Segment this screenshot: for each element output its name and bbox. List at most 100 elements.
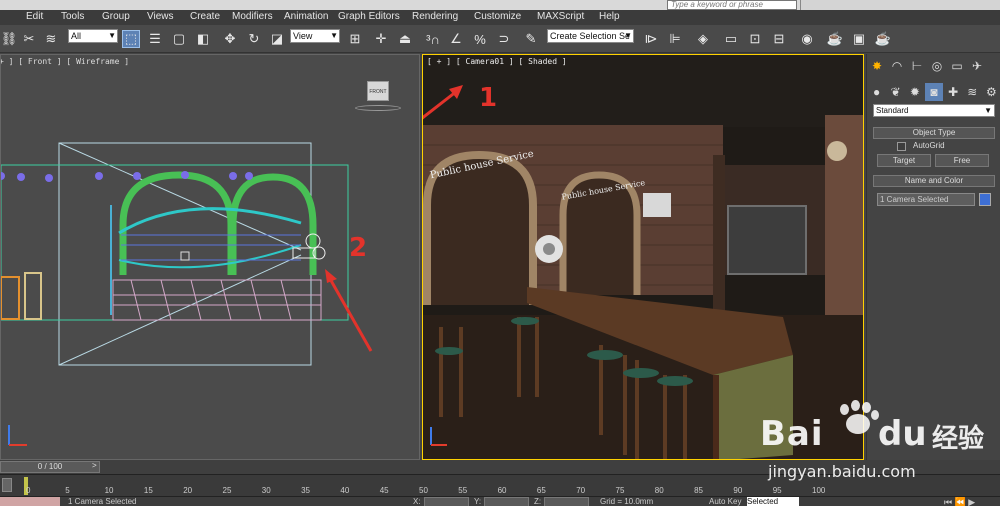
- ruler-tick-label: 15: [143, 486, 153, 495]
- menu-customize[interactable]: Customize: [474, 11, 521, 22]
- title-strip: Type a keyword or phrase: [0, 0, 1000, 10]
- maxscript-listener[interactable]: [0, 497, 60, 506]
- command-panel-tabs: ✸ ◠ ⊢ ◎ ▭ ✈: [867, 56, 1000, 78]
- menu-animation[interactable]: Animation: [284, 11, 328, 22]
- watermark-du: du: [878, 414, 927, 454]
- y-coord-label: Y:: [474, 497, 482, 506]
- rotate-icon[interactable]: ↻: [245, 30, 263, 48]
- create-tab-icon[interactable]: ✸: [868, 57, 886, 75]
- material-editor-icon[interactable]: ◉: [798, 30, 816, 48]
- ruler-tick-label: 35: [301, 486, 310, 495]
- annotation-arrow-two: [325, 269, 373, 352]
- unlink-icon[interactable]: ✂: [20, 30, 38, 48]
- baidu-watermark: Bai du 经验 jingyan.baidu.com: [760, 400, 1000, 506]
- ruler-tick-label: 80: [654, 486, 664, 495]
- angle-snap-icon[interactable]: ∠: [447, 30, 465, 48]
- target-camera-button[interactable]: Target: [877, 154, 931, 167]
- baidu-paw-icon: [838, 400, 879, 434]
- track-bar-key-icon[interactable]: [2, 478, 12, 492]
- category-dropdown[interactable]: Standard ▼: [873, 104, 995, 117]
- time-slider-next-icon[interactable]: >: [92, 461, 102, 473]
- menu-create[interactable]: Create: [190, 11, 220, 22]
- snap-toggle-icon[interactable]: ³∩: [424, 30, 442, 48]
- render-setup-icon[interactable]: ☕: [826, 30, 844, 48]
- status-selection-text: 1 Camera Selected: [68, 497, 137, 506]
- grid-size-text: Grid = 10.0mm: [600, 497, 654, 506]
- schematic-view-icon[interactable]: ⊟: [770, 30, 788, 48]
- time-slider[interactable]: 0 / 100: [0, 461, 100, 473]
- object-color-swatch[interactable]: [979, 193, 991, 206]
- search-input[interactable]: Type a keyword or phrase: [667, 0, 797, 10]
- geometry-icon[interactable]: ●: [868, 83, 885, 101]
- viewport-label-camera[interactable]: [ + ] [ Camera01 ] [ Shaded ]: [427, 57, 567, 66]
- select-object-icon[interactable]: ⬚: [122, 30, 140, 48]
- percent-snap-icon[interactable]: %: [471, 30, 489, 48]
- ruler-tick-label: 70: [576, 486, 586, 495]
- menu-graph-editors[interactable]: Graph Editors: [338, 11, 400, 22]
- menu-edit[interactable]: Edit: [26, 11, 43, 22]
- z-coord-field[interactable]: [544, 497, 589, 506]
- systems-icon[interactable]: ⚙: [983, 83, 1000, 101]
- spacewarps-icon[interactable]: ≋: [964, 83, 981, 101]
- ruler-tick-label: 75: [615, 486, 625, 495]
- window-controls: [800, 0, 1000, 10]
- layer-manager-icon[interactable]: ◈: [694, 30, 712, 48]
- window-crossing-icon[interactable]: ◧: [194, 30, 212, 48]
- lights-icon[interactable]: ✹: [906, 83, 923, 101]
- modify-tab-icon[interactable]: ◠: [888, 57, 906, 75]
- ruler-tick-label: 10: [104, 486, 114, 495]
- edit-named-sets-icon[interactable]: ✎: [522, 30, 540, 48]
- motion-tab-icon[interactable]: ◎: [928, 57, 946, 75]
- ruler-tick-label: 50: [419, 486, 428, 495]
- viewport-front[interactable]: + ] [ Front ] [ Wireframe ] FRONT 2: [0, 54, 420, 460]
- move-icon[interactable]: ✥: [221, 30, 239, 48]
- selection-filter-dropdown[interactable]: All ▼: [68, 29, 118, 43]
- render-icon[interactable]: ☕: [874, 30, 892, 48]
- keyboard-shortcut-icon[interactable]: ⏏: [396, 30, 414, 48]
- curve-editor-icon[interactable]: ⊡: [746, 30, 764, 48]
- free-camera-button[interactable]: Free: [935, 154, 989, 167]
- helpers-icon[interactable]: ✚: [945, 83, 962, 101]
- menu-modifiers[interactable]: Modifiers: [232, 11, 273, 22]
- select-by-name-icon[interactable]: ☰: [146, 30, 164, 48]
- menu-group[interactable]: Group: [102, 11, 130, 22]
- select-manipulate-icon[interactable]: ✛: [372, 30, 390, 48]
- utilities-tab-icon[interactable]: ✈: [968, 57, 986, 75]
- bind-spacewarp-icon[interactable]: ≋: [42, 30, 60, 48]
- object-name-field[interactable]: 1 Camera Selected: [877, 193, 975, 206]
- pivot-center-icon[interactable]: ⊞: [346, 30, 364, 48]
- name-color-rollout[interactable]: Name and Color: [873, 175, 995, 187]
- ruler-tick-label: 65: [536, 486, 546, 495]
- spinner-snap-icon[interactable]: ⊃: [495, 30, 513, 48]
- menu-views[interactable]: Views: [147, 11, 174, 22]
- rect-region-icon[interactable]: ▢: [170, 30, 188, 48]
- named-selection-dropdown[interactable]: Create Selection Se ▼: [547, 29, 634, 43]
- y-coord-field[interactable]: [484, 497, 529, 506]
- shapes-icon[interactable]: ❦: [887, 83, 904, 101]
- ref-coord-dropdown[interactable]: View ▼: [290, 29, 340, 43]
- ruler-tick-label: 60: [497, 486, 507, 495]
- mirror-icon[interactable]: ⧐: [642, 30, 660, 48]
- ruler-tick-label: 45: [379, 486, 389, 495]
- auto-key-button[interactable]: Auto Key: [709, 497, 741, 506]
- menu-maxscript[interactable]: MAXScript: [537, 11, 584, 22]
- graphite-icon[interactable]: ▭: [722, 30, 740, 48]
- scale-icon[interactable]: ◪: [268, 30, 286, 48]
- menu-help[interactable]: Help: [599, 11, 620, 22]
- menu-bar: Edit Tools Group Views Create Modifiers …: [0, 10, 1000, 25]
- link-icon[interactable]: ⛓: [0, 30, 18, 48]
- autogrid-label: AutoGrid: [913, 141, 945, 150]
- menu-tools[interactable]: Tools: [61, 11, 84, 22]
- display-tab-icon[interactable]: ▭: [948, 57, 966, 75]
- ruler-tick-label: 90: [733, 486, 743, 495]
- x-coord-field[interactable]: [424, 497, 469, 506]
- hierarchy-tab-icon[interactable]: ⊢: [908, 57, 926, 75]
- object-type-rollout[interactable]: Object Type: [873, 127, 995, 139]
- main-toolbar: ⛓ ✂ ≋ All ▼ ⬚ ☰ ▢ ◧ ✥ ↻ ◪ View ▼ ⊞ ✛ ⏏ ³∩ …: [0, 25, 1000, 53]
- menu-rendering[interactable]: Rendering: [412, 11, 458, 22]
- rendered-frame-icon[interactable]: ▣: [850, 30, 868, 48]
- align-icon[interactable]: ⊫: [666, 30, 684, 48]
- autogrid-checkbox[interactable]: [897, 142, 906, 151]
- cameras-icon[interactable]: ◙: [925, 83, 943, 101]
- ruler-tick-label: 0: [26, 486, 31, 495]
